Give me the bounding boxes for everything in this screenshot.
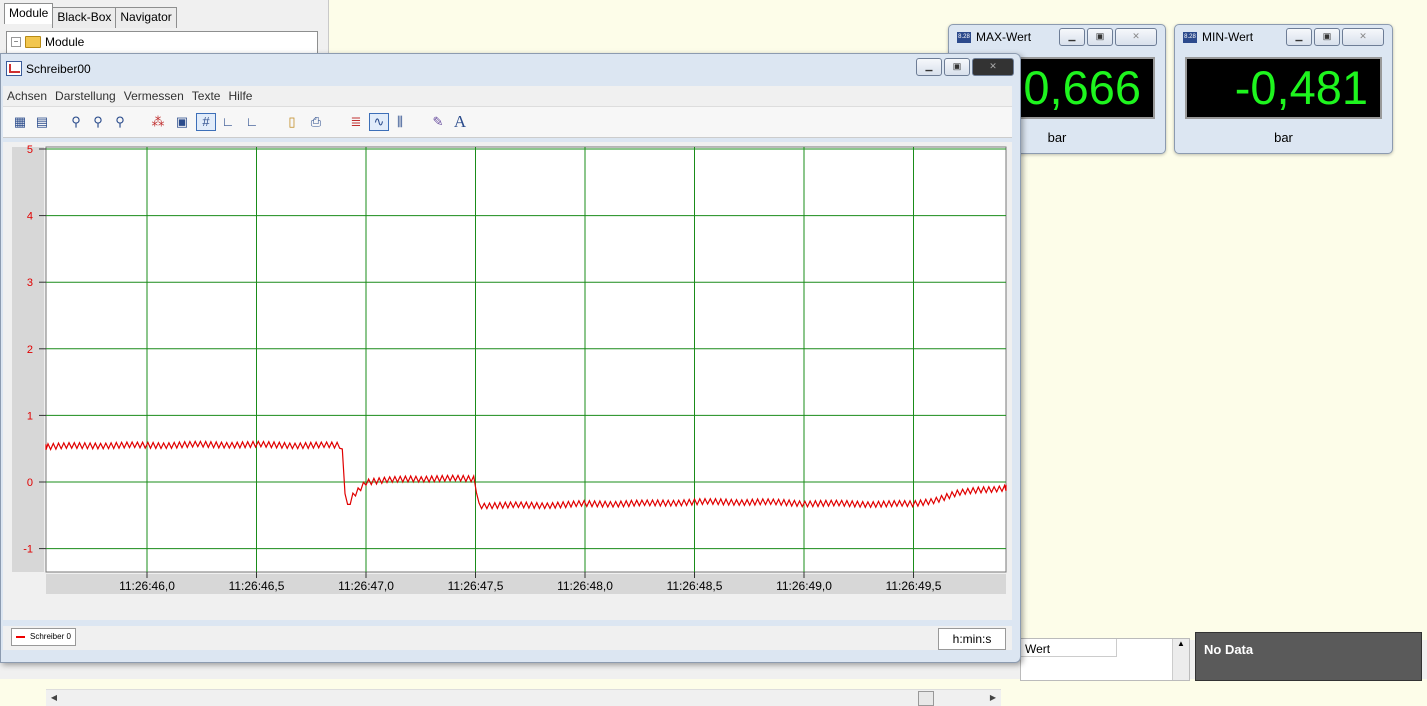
- cursor-measure-icon[interactable]: ⁂: [149, 114, 167, 130]
- min-wert-window[interactable]: 8.28 MIN-Wert ▁ ▣ ✕ -0,481 bar: [1174, 24, 1393, 154]
- menu-bar: Achsen Darstellung Vermessen Texte Hilfe: [3, 86, 1012, 107]
- x-tick-label: 11:26:48,0: [557, 579, 613, 593]
- schreiber-window[interactable]: Schreiber00 ▁ ▣ ✕ Achsen Darstellung Ver…: [0, 53, 1021, 706]
- y-axis-icon[interactable]: ∟: [243, 114, 261, 130]
- zoom-out-icon[interactable]: ⚲: [111, 114, 129, 130]
- recorder-icon: [6, 61, 22, 76]
- toolbar: ▦ ▤ ⚲ ⚲ ⚲ ⁂ ▣ # ∟ ∟ ▯ ⎙ ≣ ∿ ⫼ ✎ A: [3, 107, 1012, 138]
- plot-area[interactable]: 5 4 3 2 1 0 -1 11:26:46,0 11:26:46,5 11:26:47,0 1…: [3, 142, 1012, 706]
- grid-toggle-icon[interactable]: #: [196, 113, 216, 131]
- digital-display-icon: 8.28: [957, 31, 971, 43]
- x-tick-label: 11:26:46,5: [229, 579, 285, 593]
- min-value: -0,481: [1234, 61, 1368, 114]
- chart-view-alt-icon[interactable]: ▤: [33, 114, 51, 130]
- y-tick-label: 0: [27, 477, 33, 489]
- maximize-button[interactable]: ▣: [944, 58, 970, 76]
- x-axis-icon[interactable]: ∟: [219, 114, 237, 130]
- schreiber-title: Schreiber00: [6, 61, 91, 76]
- menu-texte[interactable]: Texte: [188, 86, 225, 106]
- color-scale-icon[interactable]: ≣: [347, 114, 365, 130]
- x-tick-label: 11:26:47,5: [448, 579, 504, 593]
- minimize-button[interactable]: ▁: [1059, 28, 1085, 46]
- collapse-icon[interactable]: −: [11, 37, 21, 47]
- brush-icon[interactable]: ✎: [429, 114, 447, 130]
- horizontal-scrollbar[interactable]: ◀ ▶: [46, 689, 1001, 706]
- x-tick-label: 11:26:47,0: [338, 579, 394, 593]
- zoom-in-icon[interactable]: ⚲: [67, 114, 85, 130]
- scroll-up-icon[interactable]: ▲: [1177, 639, 1185, 648]
- scroll-thumb[interactable]: [918, 691, 934, 706]
- maximize-button[interactable]: ▣: [1314, 28, 1340, 46]
- print-icon[interactable]: ⎙: [307, 114, 325, 130]
- x-tick-label: 11:26:49,5: [886, 579, 942, 593]
- text-tool-icon[interactable]: A: [451, 113, 469, 130]
- x-tick-label: 11:26:46,0: [119, 579, 175, 593]
- clipboard-icon[interactable]: ▯: [283, 114, 301, 130]
- max-window-controls: ▁ ▣ ✕: [1059, 28, 1157, 46]
- tab-black-box[interactable]: Black-Box: [52, 7, 117, 28]
- scroll-left-icon[interactable]: ◀: [46, 690, 62, 706]
- plot-background: [45, 146, 1007, 573]
- tab-module[interactable]: Module: [4, 3, 54, 24]
- max-value: 0,666: [1023, 61, 1141, 114]
- maximize-button[interactable]: ▣: [1087, 28, 1113, 46]
- min-window-controls: ▁ ▣ ✕: [1286, 28, 1384, 46]
- no-data-text: No Data: [1204, 642, 1254, 657]
- zoom-extent-icon[interactable]: ⚲: [89, 114, 107, 130]
- y-tick-label: 2: [27, 344, 33, 356]
- schreiber-titlebar[interactable]: Schreiber00 ▁ ▣ ✕: [1, 54, 1020, 86]
- max-window-title-text: MAX-Wert: [976, 30, 1032, 44]
- time-unit-label: h:min:s: [938, 628, 1006, 650]
- chart-view-icon[interactable]: ▦: [11, 114, 29, 130]
- menu-hilfe[interactable]: Hilfe: [224, 86, 256, 106]
- menu-achsen[interactable]: Achsen: [3, 86, 51, 106]
- menu-darstellung[interactable]: Darstellung: [51, 86, 120, 106]
- close-button[interactable]: ✕: [1115, 28, 1157, 46]
- min-window-title-text: MIN-Wert: [1202, 30, 1254, 44]
- max-window-title: 8.28 MAX-Wert: [957, 30, 1031, 44]
- recorder-chart[interactable]: 5 4 3 2 1 0 -1 11:26:46,0 11:26:46,5 11:26:47,0 1…: [3, 142, 1011, 620]
- y-tick-label: 3: [27, 277, 33, 289]
- close-button[interactable]: ✕: [1342, 28, 1384, 46]
- tree-item-module[interactable]: − Module: [11, 35, 84, 49]
- tree-item-label: Module: [45, 35, 85, 49]
- table-scrollbar[interactable]: ▲: [1172, 639, 1189, 680]
- schreiber-title-text: Schreiber00: [26, 61, 91, 76]
- schreiber-window-controls: ▁ ▣ ✕: [916, 58, 1014, 76]
- wert-table: Wert ▲: [1020, 638, 1190, 681]
- legend-item-schreiber-0[interactable]: Schreiber 0: [11, 628, 76, 646]
- tab-navigator[interactable]: Navigator: [115, 7, 177, 28]
- save-icon[interactable]: ▣: [173, 114, 191, 130]
- line-mode-icon[interactable]: ∿: [369, 113, 389, 131]
- min-window-title: 8.28 MIN-Wert: [1183, 30, 1253, 44]
- x-axis-strip: [46, 574, 1006, 594]
- x-tick-label: 11:26:49,0: [776, 579, 832, 593]
- close-button[interactable]: ✕: [972, 58, 1014, 76]
- folder-icon: [25, 36, 41, 48]
- min-unit: bar: [1274, 130, 1293, 145]
- minimize-button[interactable]: ▁: [1286, 28, 1312, 46]
- legend-bar: Schreiber 0 h:min:s: [3, 626, 1012, 650]
- no-data-panel: No Data: [1195, 632, 1422, 681]
- module-tabs: Module Black-Box Navigator: [4, 3, 177, 28]
- scroll-right-icon[interactable]: ▶: [985, 690, 1001, 706]
- bar-mode-icon[interactable]: ⫼: [391, 114, 409, 130]
- y-tick-label: 4: [27, 211, 33, 223]
- menu-vermessen[interactable]: Vermessen: [120, 86, 188, 106]
- x-tick-label: 11:26:48,5: [667, 579, 723, 593]
- y-tick-label: 5: [27, 144, 33, 156]
- table-header-wert[interactable]: Wert: [1021, 639, 1117, 657]
- y-tick-label: -1: [23, 544, 33, 556]
- min-value-display: -0,481: [1185, 57, 1382, 119]
- y-tick-label: 1: [27, 410, 33, 422]
- digital-display-icon: 8.28: [1183, 31, 1197, 43]
- minimize-button[interactable]: ▁: [916, 58, 942, 76]
